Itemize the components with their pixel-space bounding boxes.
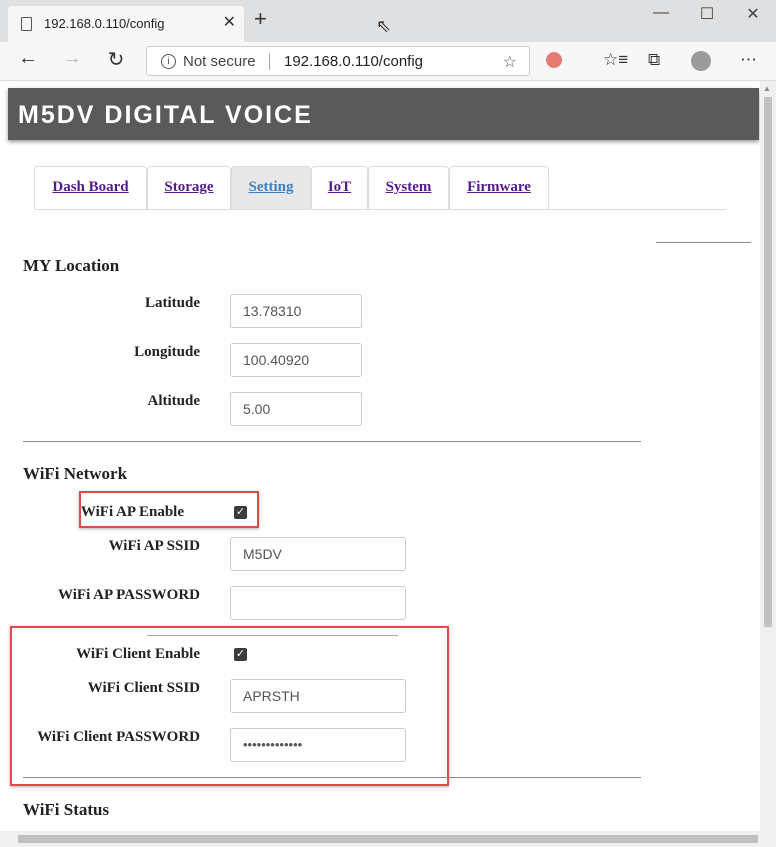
browser-tab[interactable]: 192.168.0.110/config ✕ (8, 6, 244, 42)
close-icon[interactable]: ✕ (223, 12, 236, 32)
divider (656, 242, 751, 243)
tab-system[interactable]: System (368, 166, 449, 209)
vertical-scrollbar[interactable]: ▲ (760, 81, 776, 831)
altitude-input[interactable]: 5.00 (230, 392, 362, 426)
plus-icon[interactable]: + (254, 6, 267, 32)
client-password-input[interactable]: ••••••••••••• (230, 728, 406, 762)
latitude-input[interactable]: 13.78310 (230, 294, 362, 328)
back-arrow-icon[interactable]: ← (13, 47, 43, 70)
client-password-label: WiFi Client PASSWORD (37, 729, 200, 745)
tab-dash-board[interactable]: Dash Board (34, 166, 147, 209)
scrollbar-thumb[interactable] (18, 835, 758, 843)
ap-enable-checkbox[interactable]: ✓ (234, 506, 247, 519)
browser-titlebar: 192.168.0.110/config ✕ + ⇖ — ☐ ✕ (0, 0, 776, 42)
extension-icon[interactable] (546, 52, 562, 68)
page-content: M5DV DIGITAL VOICE Dash Board Storage Se… (0, 81, 760, 831)
longitude-input[interactable]: 100.40920 (230, 343, 362, 377)
latitude-label: Latitude (144, 295, 200, 311)
client-enable-checkbox[interactable]: ✓ (234, 648, 247, 661)
tab-title: 192.168.0.110/config (44, 16, 165, 31)
info-icon[interactable]: i (161, 54, 176, 69)
tab-storage[interactable]: Storage (147, 166, 231, 209)
divider (23, 441, 641, 442)
tab-bar-line (34, 209, 726, 210)
client-ssid-label: WiFi Client SSID (87, 680, 200, 696)
profile-icon[interactable] (691, 51, 711, 71)
tab-setting[interactable]: Setting (231, 166, 311, 209)
tab-iot[interactable]: IoT (311, 166, 368, 209)
ap-ssid-input[interactable]: M5DV (230, 537, 406, 571)
wifi-status-heading: WiFi Status (23, 800, 110, 819)
page-icon (21, 17, 32, 31)
ap-ssid-label: WiFi AP SSID (108, 538, 200, 554)
more-icon[interactable]: ⋯ (740, 50, 757, 70)
altitude-label: Altitude (147, 393, 201, 409)
app-header: M5DV DIGITAL VOICE (8, 88, 759, 140)
scroll-up-icon[interactable]: ▲ (763, 84, 771, 93)
url-text[interactable]: 192.168.0.110/config (284, 53, 423, 70)
forward-arrow-icon[interactable]: → (57, 47, 87, 70)
location-heading: MY Location (23, 256, 120, 275)
address-separator (269, 53, 270, 70)
refresh-icon[interactable]: ↻ (101, 47, 131, 72)
ap-password-input[interactable] (230, 586, 406, 620)
horizontal-scrollbar[interactable] (0, 831, 776, 847)
favorites-icon[interactable]: ☆≡ (603, 50, 628, 70)
star-icon[interactable]: ☆ (503, 52, 517, 72)
divider (23, 777, 641, 778)
tab-firmware[interactable]: Firmware (449, 166, 549, 209)
address-bar[interactable]: i Not secure 192.168.0.110/config ☆ (146, 46, 530, 76)
minimize-icon[interactable]: — (646, 4, 676, 22)
mouse-cursor-icon: ⇖ (376, 16, 392, 36)
client-ssid-input[interactable]: APRSTH (230, 679, 406, 713)
longitude-label: Longitude (134, 344, 200, 360)
maximize-icon[interactable]: ☐ (692, 4, 722, 24)
ap-enable-label: WiFi AP Enable (80, 504, 184, 520)
app-title: M5DV DIGITAL VOICE (18, 101, 313, 129)
ap-password-label: WiFi AP PASSWORD (58, 587, 200, 603)
collections-icon[interactable]: ⧉ (648, 50, 660, 70)
wifi-heading: WiFi Network (23, 464, 128, 483)
client-enable-label: WiFi Client Enable (76, 646, 200, 662)
scrollbar-thumb[interactable] (764, 97, 772, 627)
window-close-icon[interactable]: ✕ (738, 4, 768, 24)
browser-toolbar: ← → ↻ i Not secure 192.168.0.110/config … (0, 42, 776, 81)
security-label[interactable]: Not secure (183, 53, 256, 70)
